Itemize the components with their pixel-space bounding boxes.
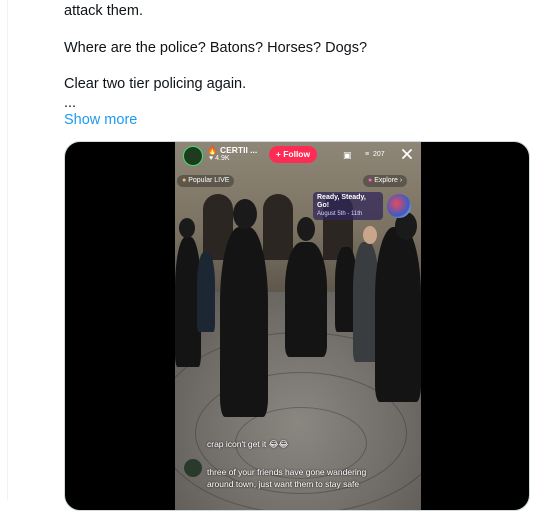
- creator-avatar[interactable]: [183, 146, 203, 166]
- viewer-count: 207: [373, 151, 385, 158]
- tweet-line: Where are the police? Batons? Horses? Do…: [64, 40, 368, 56]
- person-figure: [375, 227, 421, 402]
- explore-badge[interactable]: ● Explore ›: [363, 175, 408, 187]
- flame-icon: ●: [182, 177, 187, 184]
- popular-live-label: Popular LIVE: [188, 177, 230, 184]
- person-head: [233, 199, 257, 229]
- live-comment: around town, just want them to stay safe: [207, 479, 360, 489]
- video-frame[interactable]: 🔥 CERTII ... ♥ 4.9K + Follow ▣ ≡ 207 ● P…: [175, 142, 421, 510]
- viewer-icon: ≡: [365, 151, 370, 158]
- likes-count: ♥ 4.9K: [209, 155, 230, 162]
- person-head: [297, 217, 315, 241]
- live-comment: three of your friends have gone wanderin…: [207, 467, 367, 477]
- explore-label: Explore: [374, 177, 398, 184]
- popular-live-badge[interactable]: ● Popular LIVE: [177, 175, 235, 187]
- live-comment: crap icon't get it 😂😂: [207, 439, 289, 449]
- tweet-line: Clear two tier policing again.: [64, 76, 247, 92]
- event-date: August 5th - 11th: [317, 211, 363, 217]
- person-figure: [220, 227, 268, 417]
- building-arch: [263, 194, 293, 260]
- chevron-right-icon: ›: [399, 177, 403, 184]
- event-title: Ready, Steady, Go!: [317, 194, 366, 209]
- tweet-line: attack them.: [64, 3, 143, 19]
- event-banner[interactable]: Ready, Steady, Go! August 5th - 11th: [313, 192, 383, 220]
- balloon-icon: [387, 194, 411, 218]
- person-figure: [197, 252, 215, 332]
- commenter-avatar: [183, 458, 203, 478]
- live-shop-icon[interactable]: ▣: [343, 150, 352, 161]
- explore-dot-icon: ●: [368, 177, 373, 184]
- timeline-border: [7, 0, 8, 500]
- show-more-link[interactable]: Show more: [64, 111, 137, 130]
- person-head: [179, 218, 195, 238]
- person-head: [363, 226, 377, 244]
- video-player[interactable]: 🔥 CERTII ... ♥ 4.9K + Follow ▣ ≡ 207 ● P…: [64, 141, 530, 511]
- follow-button[interactable]: + Follow: [269, 146, 317, 163]
- close-icon[interactable]: [401, 148, 413, 160]
- person-figure: [285, 242, 327, 357]
